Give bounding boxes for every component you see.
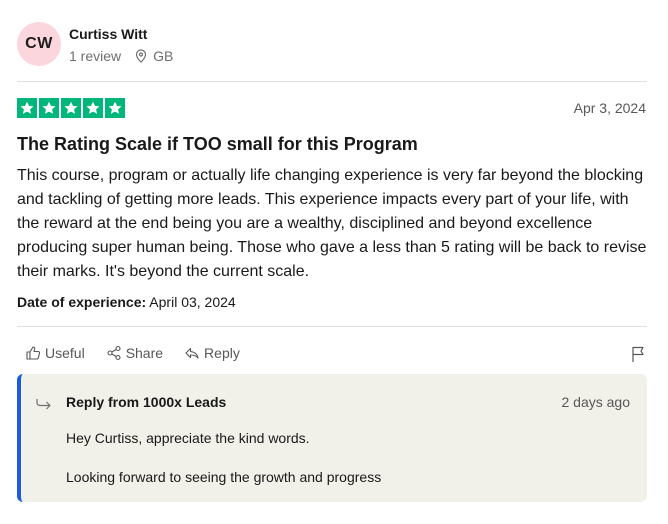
reply-time: 2 days ago bbox=[561, 394, 631, 410]
company-reply: Reply from 1000x Leads 2 days ago Hey Cu… bbox=[17, 374, 647, 502]
divider bbox=[17, 81, 647, 82]
review-date: Apr 3, 2024 bbox=[573, 100, 646, 116]
review-count: 1 review bbox=[69, 47, 122, 64]
reply-text: Hey Curtiss, appreciate the kind words. bbox=[66, 430, 310, 446]
reply-from: Reply from 1000x Leads bbox=[66, 394, 227, 410]
review-card: CW Curtiss Witt 1 review GB Apr 3, 2024 … bbox=[0, 0, 668, 524]
share-icon bbox=[107, 345, 121, 361]
star-rating bbox=[17, 98, 125, 118]
useful-button[interactable]: Useful bbox=[25, 345, 85, 361]
experience-date: April 03, 2024 bbox=[149, 294, 236, 310]
share-button[interactable]: Share bbox=[106, 345, 163, 361]
review-body: This course, program or actually life ch… bbox=[17, 167, 647, 280]
avatar[interactable]: CW bbox=[17, 22, 61, 66]
consumer-info: Curtiss Witt 1 review GB bbox=[69, 25, 173, 64]
experience-label: Date of experience: bbox=[17, 294, 147, 310]
useful-label: Useful bbox=[45, 345, 85, 361]
reply-button[interactable]: Reply bbox=[184, 345, 240, 361]
reply-arrow-icon bbox=[185, 347, 199, 359]
divider bbox=[17, 326, 647, 327]
share-label: Share bbox=[125, 345, 164, 361]
country-code: GB bbox=[153, 47, 174, 64]
consumer-location: GB bbox=[135, 48, 173, 64]
star-icon bbox=[61, 98, 81, 118]
star-icon bbox=[17, 98, 37, 118]
review-actions: Useful Share Reply bbox=[25, 345, 261, 361]
star-icon bbox=[105, 98, 125, 118]
reply-text: Looking forward to seeing the growth and… bbox=[66, 469, 382, 485]
star-icon bbox=[83, 98, 103, 118]
reply-arrow-icon bbox=[36, 399, 51, 410]
star-icon bbox=[39, 98, 59, 118]
report-button[interactable] bbox=[630, 345, 646, 368]
reply-label: Reply bbox=[204, 345, 240, 361]
consumer-header: CW Curtiss Witt 1 review GB bbox=[17, 22, 173, 66]
date-of-experience: Date of experience: April 03, 2024 bbox=[17, 294, 236, 310]
location-pin-icon bbox=[136, 48, 147, 63]
thumbs-up-icon bbox=[26, 346, 41, 360]
flag-icon bbox=[632, 346, 644, 362]
review-title[interactable]: The Rating Scale if TOO small for this P… bbox=[17, 134, 418, 155]
consumer-name[interactable]: Curtiss Witt bbox=[69, 25, 173, 43]
consumer-meta: 1 review GB bbox=[69, 48, 173, 64]
